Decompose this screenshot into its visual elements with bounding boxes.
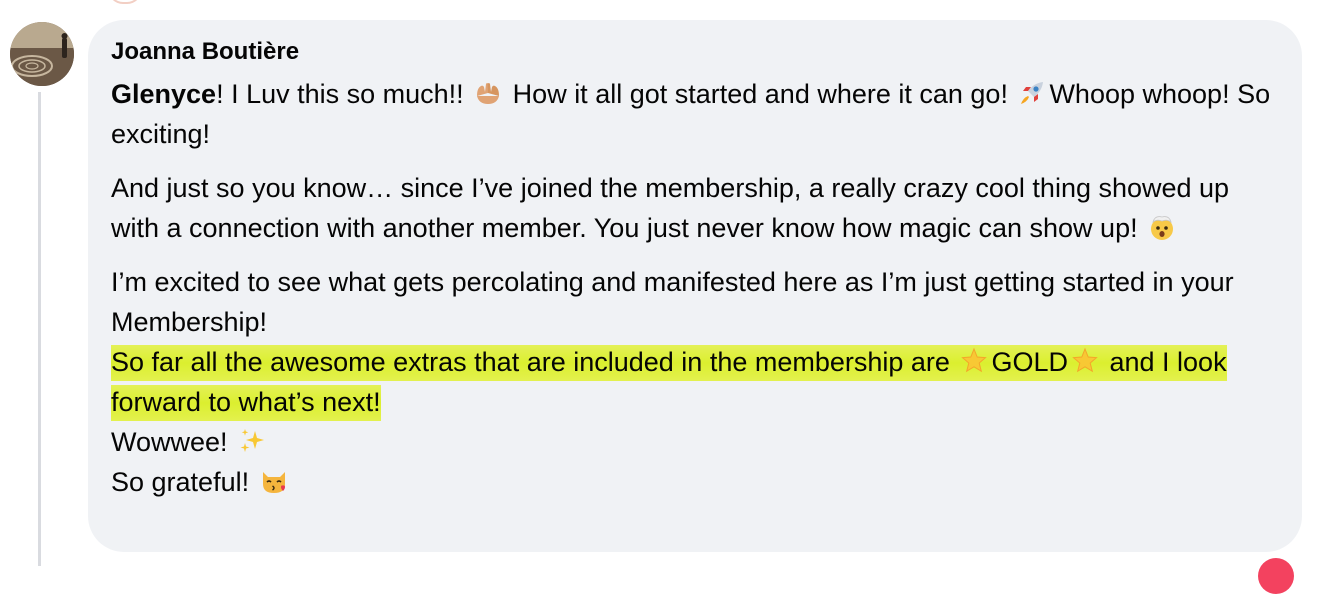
comment-paragraph-3: I’m excited to see what gets percolating…: [111, 262, 1280, 502]
glowing-star-icon: [959, 346, 989, 376]
comment-bubble: Joanna Boutière Glenyce! I Luv this so m…: [88, 20, 1302, 552]
reaction-badge-peek: [1258, 558, 1294, 594]
exploding-head-icon: [1147, 212, 1177, 242]
mention-link[interactable]: Glenyce: [111, 79, 216, 109]
highlight-text-a: So far all the awesome extras that are i…: [111, 347, 958, 377]
avatar[interactable]: [10, 22, 74, 86]
comment-author-name[interactable]: Joanna Boutière: [111, 38, 1280, 66]
highlighted-text: So far all the awesome extras that are i…: [111, 345, 1227, 421]
rocket-icon: [1017, 78, 1047, 108]
paragraph-1-text-a: ! I Luv this so much!!: [216, 79, 472, 109]
sparkles-icon: [237, 426, 267, 456]
highlight-gold-text: GOLD: [991, 347, 1068, 377]
grateful-text: So grateful!: [111, 467, 257, 497]
previous-avatar-peek: [108, 0, 142, 4]
comment-paragraph-2: And just so you know… since I’ve joined …: [111, 168, 1280, 248]
comment-paragraph-1: Glenyce! I Luv this so much!! How it all…: [111, 74, 1280, 154]
kissing-cat-icon: [259, 466, 289, 496]
wowwee-text: Wowwee!: [111, 427, 236, 457]
raising-hands-icon: [473, 78, 503, 108]
thread-connector-line: [38, 92, 41, 566]
avatar-photo-icon: [10, 22, 74, 86]
paragraph-1-text-b: How it all got started and where it can …: [505, 79, 1016, 109]
paragraph-2-text: And just so you know… since I’ve joined …: [111, 173, 1230, 243]
paragraph-3-line-1: I’m excited to see what gets percolating…: [111, 267, 1234, 337]
glowing-star-icon: [1070, 346, 1100, 376]
